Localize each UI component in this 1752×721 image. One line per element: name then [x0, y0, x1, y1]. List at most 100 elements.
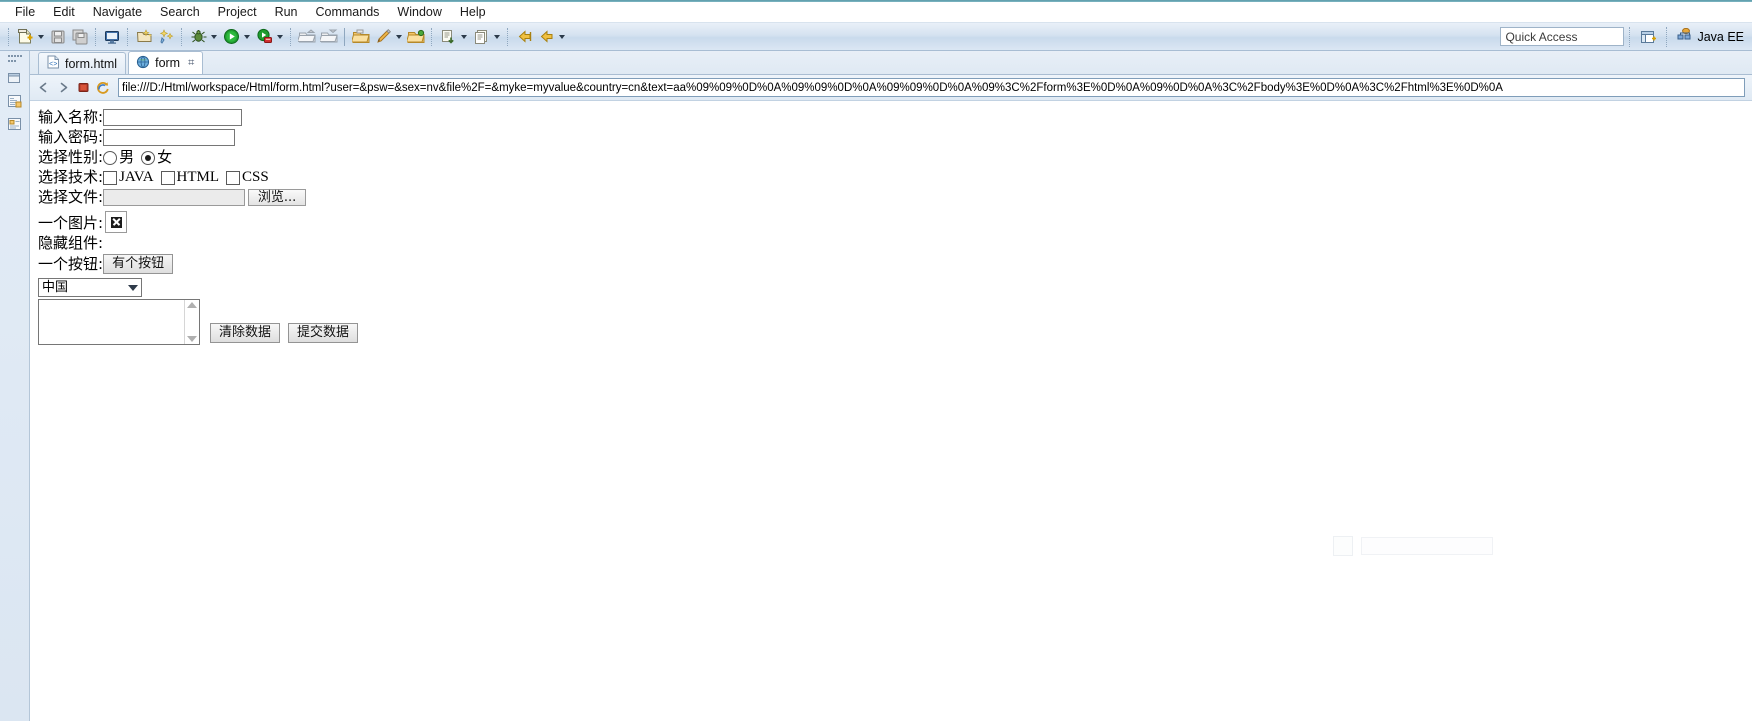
open-perspective-icon[interactable] — [1636, 29, 1661, 45]
country-select-value: 中国 — [42, 280, 69, 295]
run-server-dropdown-arrow[interactable] — [275, 27, 285, 47]
new-wizard-icon[interactable] — [134, 27, 154, 47]
form-row-name: 输入名称: — [38, 108, 1752, 127]
checkbox-css-label: CSS — [242, 169, 269, 185]
toolbar-divider-7 — [431, 27, 433, 46]
quick-fix-icon[interactable] — [156, 27, 176, 47]
tab-form-browser[interactable]: form ⌗ — [128, 51, 204, 74]
back-icon[interactable] — [536, 27, 556, 47]
textarea-body[interactable] — [39, 300, 184, 344]
menu-item-edit[interactable]: Edit — [44, 4, 84, 20]
scroll-down-icon[interactable] — [187, 336, 197, 342]
menu-item-commands[interactable]: Commands — [307, 4, 389, 20]
checkbox-html-label: HTML — [176, 169, 220, 185]
toolbar-divider-6 — [344, 27, 346, 46]
name-input[interactable] — [103, 109, 243, 126]
fast-view-grip[interactable] — [7, 55, 22, 63]
overlay-icon — [1333, 536, 1353, 556]
export-icon[interactable] — [297, 27, 317, 47]
import-dropdown-arrow[interactable] — [459, 27, 469, 47]
checkbox-css[interactable] — [226, 170, 241, 185]
new-file-icon[interactable] — [15, 27, 35, 47]
new-dropdown-arrow[interactable] — [36, 27, 46, 47]
demo-button[interactable]: 有个按钮 — [103, 254, 174, 274]
refresh-icon[interactable] — [94, 79, 112, 97]
label-select-tech: 选择技术: — [38, 168, 104, 186]
form-action-buttons: 清除数据 提交数据 — [210, 323, 359, 345]
restore-icon[interactable] — [4, 68, 26, 88]
import-icon[interactable] — [319, 27, 339, 47]
overlay-field — [1361, 537, 1493, 555]
menu-item-file[interactable]: File — [6, 4, 44, 20]
close-icon[interactable]: ⌗ — [188, 57, 194, 69]
radio-sex-female[interactable] — [141, 150, 156, 165]
label-image: 一个图片: — [38, 214, 104, 232]
menu-bar: File Edit Navigate Search Project Run Co… — [0, 2, 1752, 23]
package-explorer-icon[interactable] — [4, 91, 26, 111]
save-all-icon[interactable] — [70, 27, 90, 47]
menu-item-run[interactable]: Run — [266, 4, 307, 20]
url-input[interactable]: file:///D:/Html/workspace/Html/form.html… — [118, 78, 1745, 97]
toolbar-divider-5 — [290, 27, 292, 46]
radio-sex-male-label: 男 — [119, 148, 135, 166]
menu-item-window[interactable]: Window — [388, 4, 450, 20]
next-dropdown-arrow[interactable] — [492, 27, 502, 47]
console-icon[interactable] — [102, 27, 122, 47]
faint-overlay-widget — [1333, 535, 1493, 557]
editor-area: <> form.html form ⌗ file:///D:/Html/work… — [30, 51, 1752, 721]
open-folder-icon[interactable] — [351, 27, 371, 47]
next-annotation-icon[interactable] — [471, 27, 491, 47]
perspective-java-ee[interactable]: Java EE — [1673, 27, 1748, 46]
form-row-file: 选择文件: 浏览... — [38, 188, 1752, 207]
password-input[interactable] — [103, 129, 236, 146]
browser-nav-bar: file:///D:/Html/workspace/Html/form.html… — [30, 75, 1752, 101]
tab-form-html[interactable]: <> form.html — [38, 52, 127, 74]
import-resource-icon[interactable] — [438, 27, 458, 47]
scroll-up-icon[interactable] — [187, 302, 197, 308]
menu-item-navigate[interactable]: Navigate — [84, 4, 151, 20]
quick-access-input[interactable]: Quick Access — [1500, 27, 1625, 46]
debug-icon[interactable] — [188, 27, 208, 47]
perspective-divider — [1629, 26, 1631, 47]
workbench: <> form.html form ⌗ file:///D:/Html/work… — [0, 51, 1752, 721]
form-row-textarea: 清除数据 提交数据 — [38, 299, 1752, 345]
radio-sex-male[interactable] — [103, 150, 118, 165]
file-browse-button[interactable]: 浏览... — [248, 189, 307, 206]
html-file-icon: <> — [46, 55, 60, 72]
toolbar-divider-8 — [507, 27, 509, 46]
menu-item-help[interactable]: Help — [451, 4, 495, 20]
label-select-sex: 选择性别: — [38, 148, 104, 166]
stop-icon[interactable] — [74, 79, 92, 97]
textarea-scrollbar[interactable] — [184, 300, 199, 344]
debug-dropdown-arrow[interactable] — [209, 27, 219, 47]
menu-item-search[interactable]: Search — [151, 4, 209, 20]
form-row-tech: 选择技术: JAVA HTML CSS — [38, 168, 1752, 187]
checkbox-java[interactable] — [103, 170, 118, 185]
run-icon[interactable] — [221, 27, 241, 47]
edit-pencil-icon[interactable] — [373, 27, 393, 47]
run-server-icon[interactable] — [254, 27, 274, 47]
back-arrow-icon[interactable] — [34, 79, 52, 97]
forward-arrow-icon[interactable] — [54, 79, 72, 97]
submit-data-button[interactable]: 提交数据 — [288, 323, 359, 343]
form-row-button: 一个按钮: 有个按钮 — [38, 254, 1752, 274]
menu-item-project[interactable]: Project — [209, 4, 266, 20]
edit-dropdown-arrow[interactable] — [394, 27, 404, 47]
globe-icon — [136, 55, 150, 72]
file-path-display — [103, 189, 246, 206]
file-input[interactable]: 浏览... — [103, 189, 307, 206]
country-select[interactable]: 中国 — [38, 278, 142, 297]
save-icon[interactable] — [48, 27, 68, 47]
checkbox-java-label: JAVA — [119, 169, 154, 185]
toolbar-divider-2 — [95, 27, 97, 46]
perspective-label: Java EE — [1697, 29, 1744, 44]
checkbox-html[interactable] — [160, 170, 175, 185]
open-project-icon[interactable] — [406, 27, 426, 47]
run-dropdown-arrow[interactable] — [242, 27, 252, 47]
clear-data-button[interactable]: 清除数据 — [210, 323, 281, 343]
project-explorer-icon[interactable] — [4, 114, 26, 134]
comment-textarea[interactable] — [38, 299, 200, 345]
form-row-country: 中国 — [38, 278, 1752, 297]
prev-edit-icon[interactable] — [514, 27, 534, 47]
back-dropdown-arrow[interactable] — [557, 27, 567, 47]
